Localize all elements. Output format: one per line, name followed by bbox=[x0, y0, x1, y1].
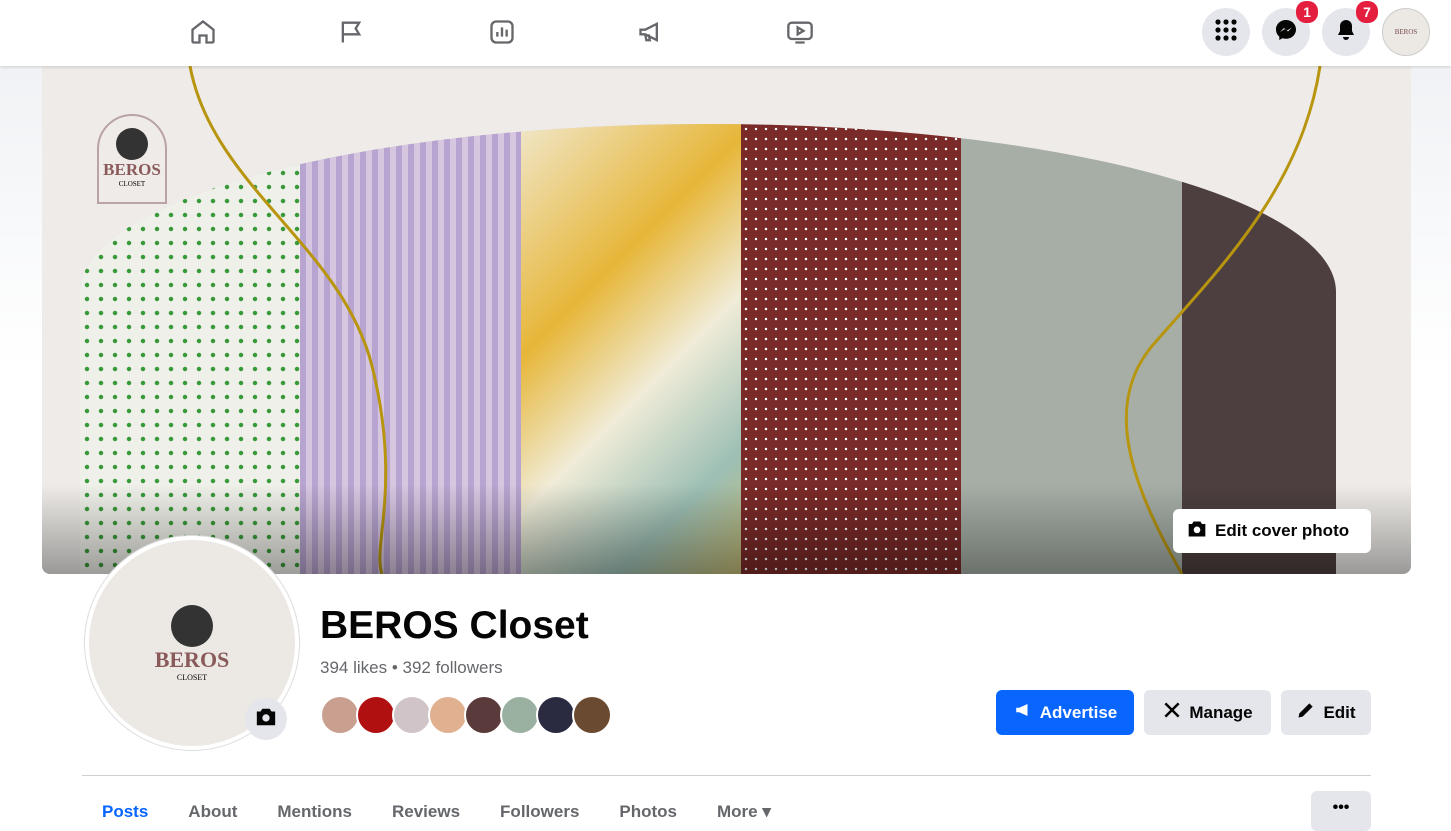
cover-photo[interactable]: BEROS CLOSET bbox=[42, 66, 1411, 574]
grid-icon bbox=[1214, 18, 1238, 47]
divider bbox=[82, 775, 1371, 776]
account-avatar[interactable]: BEROS bbox=[1382, 8, 1430, 56]
megaphone-icon[interactable] bbox=[635, 16, 667, 48]
edit-cover-photo-button[interactable]: Edit cover photo bbox=[1173, 509, 1371, 553]
update-profile-picture-button[interactable] bbox=[245, 698, 287, 740]
page-stats[interactable]: 394 likes • 392 followers bbox=[320, 658, 503, 678]
advertise-label: Advertise bbox=[1039, 702, 1118, 722]
top-navigation: 1 7 BEROS bbox=[0, 0, 1451, 66]
edit-label: Edit bbox=[1323, 702, 1356, 722]
notifications-button[interactable]: 7 bbox=[1322, 1, 1378, 56]
follower-avatar[interactable] bbox=[464, 695, 504, 735]
manage-button[interactable]: Manage bbox=[1144, 690, 1271, 735]
edit-cover-label: Edit cover photo bbox=[1215, 521, 1350, 540]
profile-logo-sub: CLOSET bbox=[176, 672, 208, 682]
follower-avatar[interactable] bbox=[572, 695, 612, 735]
more-options-button[interactable]: ••• bbox=[1311, 791, 1371, 831]
notifications-badge: 7 bbox=[1356, 1, 1378, 23]
page-title: BEROS Closet bbox=[320, 604, 589, 647]
tab-posts[interactable]: Posts bbox=[82, 802, 168, 822]
page-tabs: Posts About Mentions Reviews Followers P… bbox=[82, 802, 791, 822]
tab-mentions[interactable]: Mentions bbox=[257, 802, 372, 822]
avatar-logo: BEROS bbox=[1394, 28, 1418, 36]
tab-more[interactable]: More ▾ bbox=[697, 802, 791, 822]
tab-about[interactable]: About bbox=[168, 802, 257, 822]
hanger-logo-icon bbox=[171, 604, 213, 647]
follower-avatars bbox=[320, 695, 612, 735]
pencil-icon bbox=[1296, 700, 1316, 725]
tab-photos[interactable]: Photos bbox=[599, 802, 697, 822]
follower-avatar[interactable] bbox=[320, 695, 360, 735]
follower-avatar[interactable] bbox=[536, 695, 576, 735]
tab-reviews[interactable]: Reviews bbox=[372, 802, 480, 822]
megaphone-icon bbox=[1013, 701, 1033, 724]
menu-button[interactable] bbox=[1202, 8, 1250, 56]
messenger-badge: 1 bbox=[1296, 1, 1318, 23]
follower-avatar[interactable] bbox=[392, 695, 432, 735]
tools-icon bbox=[1162, 700, 1182, 725]
camera-icon bbox=[255, 707, 277, 732]
follower-avatar[interactable] bbox=[356, 695, 396, 735]
video-icon[interactable] bbox=[784, 16, 816, 48]
tab-followers[interactable]: Followers bbox=[480, 802, 599, 822]
messenger-button[interactable]: 1 bbox=[1262, 1, 1318, 56]
home-icon[interactable] bbox=[187, 16, 219, 48]
flag-icon[interactable] bbox=[335, 16, 367, 48]
manage-label: Manage bbox=[1189, 702, 1253, 722]
edit-button[interactable]: Edit bbox=[1281, 690, 1371, 735]
advertise-button[interactable]: Advertise bbox=[996, 690, 1134, 735]
follower-avatar[interactable] bbox=[428, 695, 468, 735]
insights-icon[interactable] bbox=[486, 16, 518, 48]
camera-icon bbox=[1187, 520, 1207, 543]
follower-avatar[interactable] bbox=[500, 695, 540, 735]
profile-logo-text: BEROS bbox=[154, 646, 230, 672]
bell-icon bbox=[1334, 18, 1358, 47]
messenger-icon bbox=[1274, 18, 1298, 47]
